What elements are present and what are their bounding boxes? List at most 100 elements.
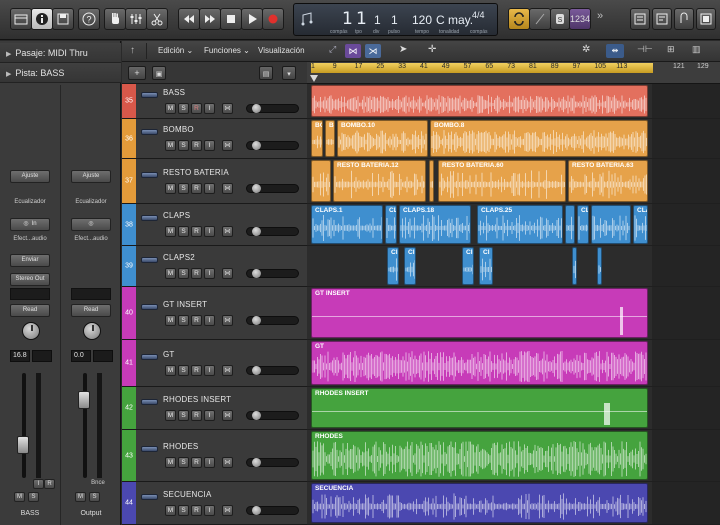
- pointer-tool-icon[interactable]: ➤: [399, 44, 407, 55]
- track-name[interactable]: RHODES INSERT: [163, 395, 231, 404]
- audio-region[interactable]: Cl: [462, 247, 474, 285]
- audio-region[interactable]: BOMBO.10: [337, 120, 428, 157]
- mute-button[interactable]: M: [165, 226, 176, 237]
- solo-button[interactable]: S: [178, 410, 189, 421]
- inspector-button[interactable]: [31, 8, 53, 30]
- send-button[interactable]: Enviar: [10, 254, 50, 267]
- smart-controls-button[interactable]: [104, 8, 126, 30]
- track-lane[interactable]: GT: [307, 340, 720, 387]
- playhead-icon[interactable]: [310, 75, 318, 82]
- editors-button[interactable]: [146, 8, 168, 30]
- track-name[interactable]: RHODES: [163, 442, 198, 451]
- audio-region[interactable]: CLAPS.1: [311, 205, 383, 244]
- solo-button[interactable]: S: [178, 457, 189, 468]
- track-name[interactable]: SECUENCIA: [163, 490, 211, 499]
- region-inspector-header[interactable]: ▶ Pasaje: MIDI Thru: [0, 43, 121, 63]
- track-volume-slider[interactable]: [246, 227, 299, 236]
- pan-knob[interactable]: [83, 322, 101, 340]
- arrange-area[interactable]: BOBOBOMBO.10BOMBO.8RESTO BATERIA.12RESTO…: [307, 84, 720, 525]
- solo-button[interactable]: S: [178, 268, 189, 279]
- edit-menu[interactable]: Edición ⌄: [158, 44, 193, 58]
- input-monitor-button[interactable]: I: [204, 140, 215, 151]
- audio-region[interactable]: BOMBO.8: [430, 120, 648, 157]
- record-enable-button[interactable]: R: [44, 479, 55, 489]
- mute-button[interactable]: M: [165, 268, 176, 279]
- group-slot[interactable]: [71, 288, 111, 300]
- grid-icon[interactable]: ▥: [692, 44, 701, 55]
- cycle-button[interactable]: [508, 8, 530, 30]
- track-volume-slider[interactable]: [246, 316, 299, 325]
- audio-region[interactable]: CLAPS.18: [399, 205, 471, 244]
- freeze-button[interactable]: ⋈: [222, 410, 233, 421]
- audio-region[interactable]: RHODES: [311, 431, 648, 480]
- lcd-display[interactable]: 1 1 1 1 compás tpo div pulso 120 tempo C…: [293, 3, 498, 36]
- bounce-button[interactable]: Bnce: [83, 480, 113, 486]
- record-enable-button[interactable]: R: [191, 457, 202, 468]
- solo-button[interactable]: S: [178, 505, 189, 516]
- track-header[interactable]: 37 RESTO BATERIA M S R I ⋈: [122, 159, 307, 204]
- settings-button[interactable]: Ajuste: [71, 170, 111, 183]
- track-lane[interactable]: RESTO BATERIA.12 RESTO BATERIA.60 RESTO BA…: [307, 159, 720, 204]
- record-enable-button[interactable]: R: [191, 268, 202, 279]
- track-lane[interactable]: RHODES INSERT: [307, 387, 720, 430]
- freeze-button[interactable]: ⋈: [222, 226, 233, 237]
- track-name[interactable]: GT INSERT: [163, 300, 207, 309]
- track-inspector-header[interactable]: ▶ Pista: BASS: [0, 63, 121, 83]
- track-volume-slider[interactable]: [246, 269, 299, 278]
- link-view-button[interactable]: ⋊: [365, 44, 381, 58]
- mixer-button[interactable]: [125, 8, 147, 30]
- track-header[interactable]: 44 SECUENCIA M S R I ⋈: [122, 482, 307, 525]
- library-button[interactable]: [10, 8, 32, 30]
- freeze-button[interactable]: ⋈: [222, 365, 233, 376]
- track-name[interactable]: CLAPS: [163, 211, 190, 220]
- freeze-button[interactable]: ⋈: [222, 268, 233, 279]
- track-lane[interactable]: BO BO BOMBO.10 BOMBO.8: [307, 119, 720, 159]
- track-header[interactable]: 43 RHODES M S R I ⋈: [122, 430, 307, 482]
- mute-button[interactable]: M: [165, 365, 176, 376]
- audio-region[interactable]: RESTO BATERIA.63: [568, 160, 648, 202]
- bar-ruler[interactable]: 1 9 17 25 33 41 49 57 65 73 81 89 97 105 113 121 129: [307, 62, 720, 84]
- track-volume-slider[interactable]: [246, 141, 299, 150]
- freeze-button[interactable]: ⋈: [222, 183, 233, 194]
- add-track-button[interactable]: +: [128, 66, 146, 80]
- solo-button[interactable]: S: [178, 183, 189, 194]
- solo-button[interactable]: S: [178, 315, 189, 326]
- audio-region[interactable]: CL: [577, 205, 589, 244]
- freeze-button[interactable]: ⋈: [222, 457, 233, 468]
- record-enable-button[interactable]: R: [191, 103, 202, 114]
- audio-region[interactable]: CL: [385, 205, 397, 244]
- audio-region[interactable]: RESTO BATERIA.60: [438, 160, 566, 202]
- mute-button[interactable]: M: [165, 103, 176, 114]
- track-volume-slider[interactable]: [246, 411, 299, 420]
- track-name[interactable]: BOMBO: [163, 125, 194, 134]
- stop-button[interactable]: [220, 8, 242, 30]
- up-arrow-icon[interactable]: ↑: [130, 45, 135, 56]
- input-monitor-button[interactable]: I: [204, 183, 215, 194]
- play-button[interactable]: [241, 8, 263, 30]
- mute-button[interactable]: M: [165, 457, 176, 468]
- record-enable-button[interactable]: R: [191, 365, 202, 376]
- audio-region[interactable]: RHODES INSERT: [311, 388, 648, 428]
- automation-mode-button[interactable]: Read: [71, 304, 111, 317]
- mute-button[interactable]: M: [165, 505, 176, 516]
- record-enable-button[interactable]: R: [191, 140, 202, 151]
- record-enable-button[interactable]: R: [191, 226, 202, 237]
- audio-region[interactable]: SECUENCIA: [311, 483, 648, 523]
- waveform-zoom-icon[interactable]: ⤢: [329, 44, 343, 58]
- input-monitor-button[interactable]: I: [204, 268, 215, 279]
- global-tracks-button[interactable]: ▾: [282, 66, 296, 80]
- input-monitor-button[interactable]: I: [204, 410, 215, 421]
- record-button[interactable]: [262, 8, 284, 30]
- audio-region[interactable]: [311, 160, 331, 202]
- loop-browser-button[interactable]: [674, 8, 694, 30]
- new-folder-button[interactable]: ▣: [152, 66, 166, 80]
- track-volume-slider[interactable]: [246, 506, 299, 515]
- more-chevron-icon[interactable]: »: [597, 10, 603, 22]
- track-lane[interactable]: SECUENCIA: [307, 482, 720, 525]
- browser-button[interactable]: [696, 8, 716, 30]
- mute-button[interactable]: M: [75, 492, 86, 502]
- freeze-button[interactable]: ⋈: [222, 140, 233, 151]
- tuner-button[interactable]: [529, 8, 551, 30]
- automation-mode-button[interactable]: Read: [10, 304, 50, 317]
- track-lane[interactable]: CLAPS.1 CL CLAPS.18 CLAPS.25 CL CLA: [307, 204, 720, 246]
